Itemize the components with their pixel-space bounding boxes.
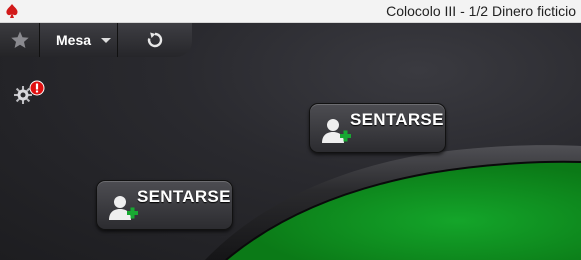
poker-spade-icon [6,4,18,18]
poker-table [205,145,581,260]
star-icon [10,31,29,48]
seat-label: SENTARSE [350,110,444,129]
table-menu-button[interactable]: Mesa [40,23,118,57]
seat-button[interactable]: SENTARSE [96,180,233,230]
poker-table-area: Mesa SENTARSE SENTARSE [0,23,581,260]
title-bar: Colocolo III - 1/2 Dinero ficticio [0,0,581,23]
refresh-button[interactable] [118,23,192,57]
seat-label: SENTARSE [137,187,231,206]
seat-button[interactable]: SENTARSE [309,103,446,153]
exclamation-badge-icon [29,80,45,96]
table-toolbar: Mesa [0,23,200,57]
window-title: Colocolo III - 1/2 Dinero ficticio [386,3,576,19]
refresh-icon [147,32,163,48]
table-menu-label: Mesa [56,32,92,48]
chevron-down-icon [101,37,112,43]
favorite-button[interactable] [0,23,40,57]
add-player-icon [109,196,138,220]
add-player-icon [322,119,351,143]
gear-icon[interactable] [10,80,46,110]
